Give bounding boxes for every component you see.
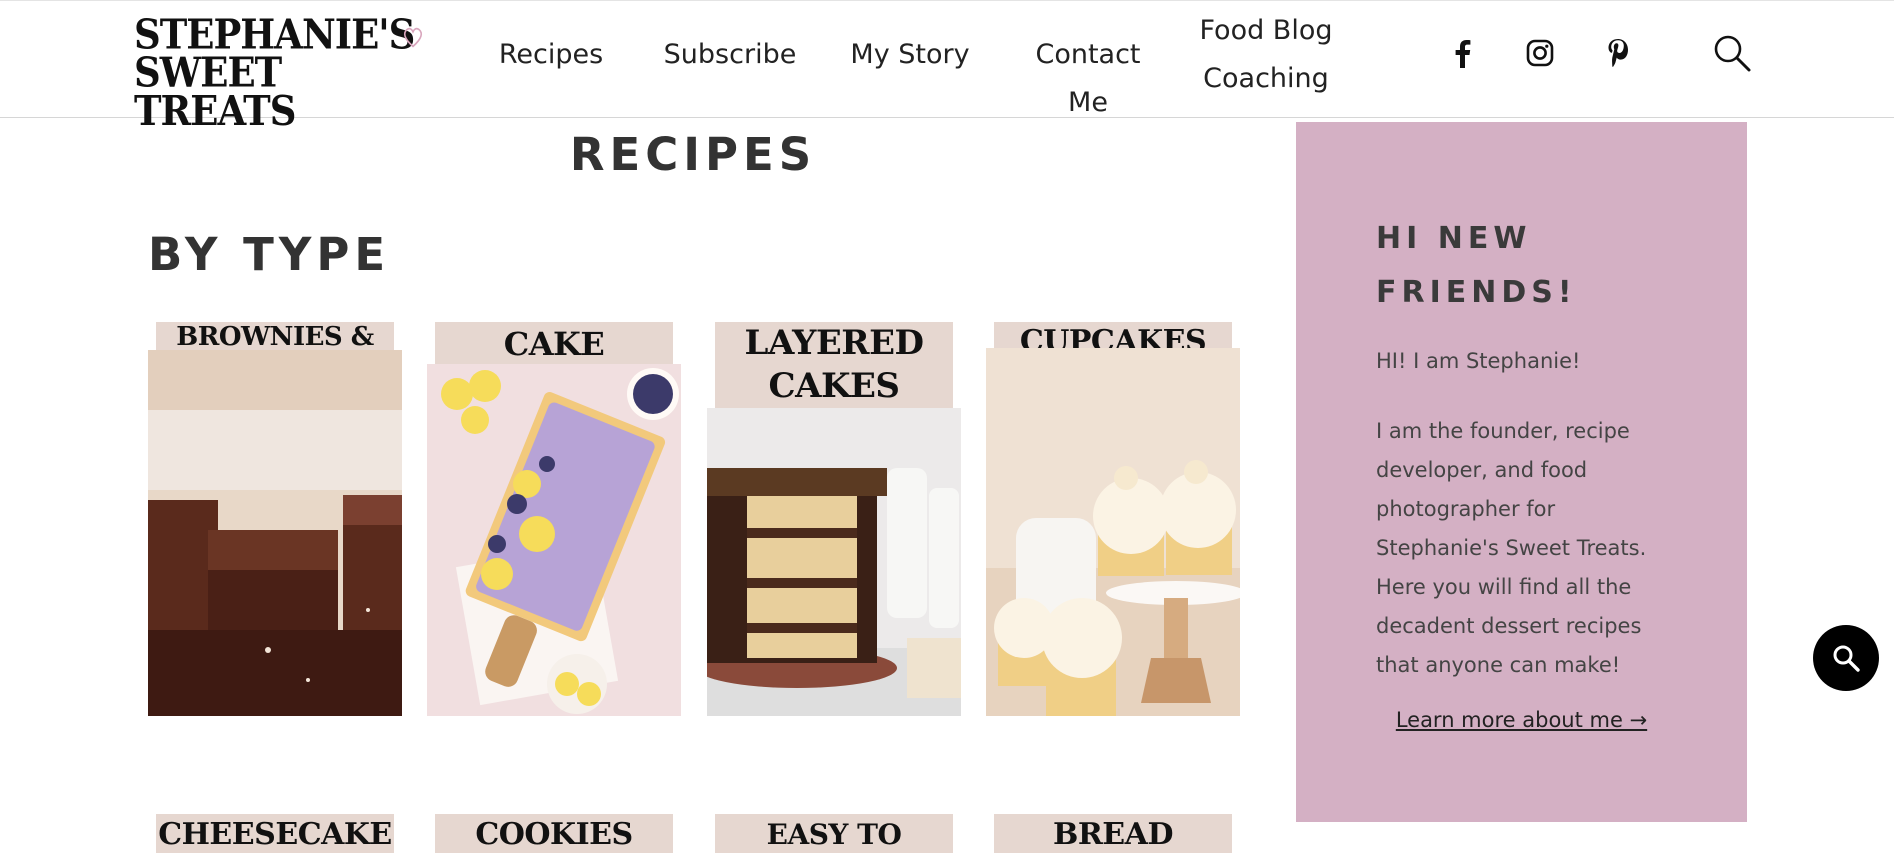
sidebar-about-widget: HI NEW FRIENDS! HI! I am Stephanie! I am… <box>1296 122 1747 822</box>
sidebar-heading: HI NEW FRIENDS! <box>1376 221 1577 310</box>
facebook-link[interactable] <box>1442 33 1482 73</box>
nav-food-blog-coaching[interactable]: Food Blog Coaching <box>1190 7 1342 103</box>
card-label: CHEESECAKE <box>156 814 394 853</box>
section-title-by-type: BY TYPE <box>148 228 391 281</box>
nav-food-blog-line-2: Coaching <box>1203 63 1329 94</box>
logo-line-2: SWEET TREATS <box>134 47 296 135</box>
card-label: EASY TO MAKE <box>715 814 953 853</box>
search-icon <box>1714 35 1751 72</box>
cake-image <box>427 364 681 716</box>
category-card-cake[interactable]: CAKE <box>427 322 681 716</box>
nav-recipes[interactable]: Recipes <box>496 31 606 79</box>
page-title: RECIPES <box>569 128 817 181</box>
nav-food-blog-line-1: Food Blog <box>1199 15 1333 46</box>
card-label: CAKE <box>435 322 673 364</box>
card-label: COOKIES <box>435 814 673 853</box>
nav-subscribe[interactable]: Subscribe <box>660 31 800 79</box>
instagram-icon <box>1526 39 1554 67</box>
sidebar-paragraph: I am the founder, recipe developer, and … <box>1376 419 1647 677</box>
layered-cake-image <box>707 408 961 716</box>
brownies-image <box>148 350 402 716</box>
category-card-easy-to-make[interactable]: EASY TO MAKE <box>707 814 961 853</box>
card-label: BREAD ROLLS <box>994 814 1232 853</box>
floating-search-button[interactable] <box>1813 625 1879 691</box>
category-card-bread-rolls[interactable]: BREAD ROLLS <box>986 814 1240 853</box>
sidebar-greeting: HI! I am Stephanie! <box>1376 349 1581 373</box>
nav-my-story[interactable]: My Story <box>848 31 972 79</box>
facebook-icon <box>1455 40 1471 68</box>
card-label: BROWNIES & BARS <box>156 322 394 382</box>
category-card-cupcakes[interactable]: CUPCAKES <box>986 322 1240 716</box>
pinterest-icon <box>1608 39 1628 67</box>
category-card-cookies[interactable]: COOKIES <box>427 814 681 853</box>
category-card-cheesecake[interactable]: CHEESECAKE <box>148 814 402 853</box>
category-card-layered-cakes[interactable]: LAYERED CAKES <box>707 322 961 716</box>
category-card-brownies-bars[interactable]: BROWNIES & BARS <box>148 322 402 716</box>
site-header: STEPHANIE'S SWEET TREATS Recipes Subscri… <box>0 0 1894 131</box>
cupcakes-image <box>986 348 1240 716</box>
nav-contact-me[interactable]: Contact Me <box>1012 31 1164 127</box>
site-logo[interactable]: STEPHANIE'S SWEET TREATS <box>134 13 434 135</box>
pinterest-link[interactable] <box>1598 33 1638 73</box>
instagram-link[interactable] <box>1520 33 1560 73</box>
card-label-line-2: CAKES <box>768 366 900 406</box>
search-icon <box>1833 645 1860 672</box>
heart-icon <box>403 27 423 48</box>
header-search-button[interactable] <box>1712 33 1752 77</box>
card-label: LAYERED CAKES <box>715 322 953 408</box>
card-label-line-1: LAYERED <box>744 323 924 363</box>
learn-more-link[interactable]: Learn more about me → <box>1296 708 1747 732</box>
